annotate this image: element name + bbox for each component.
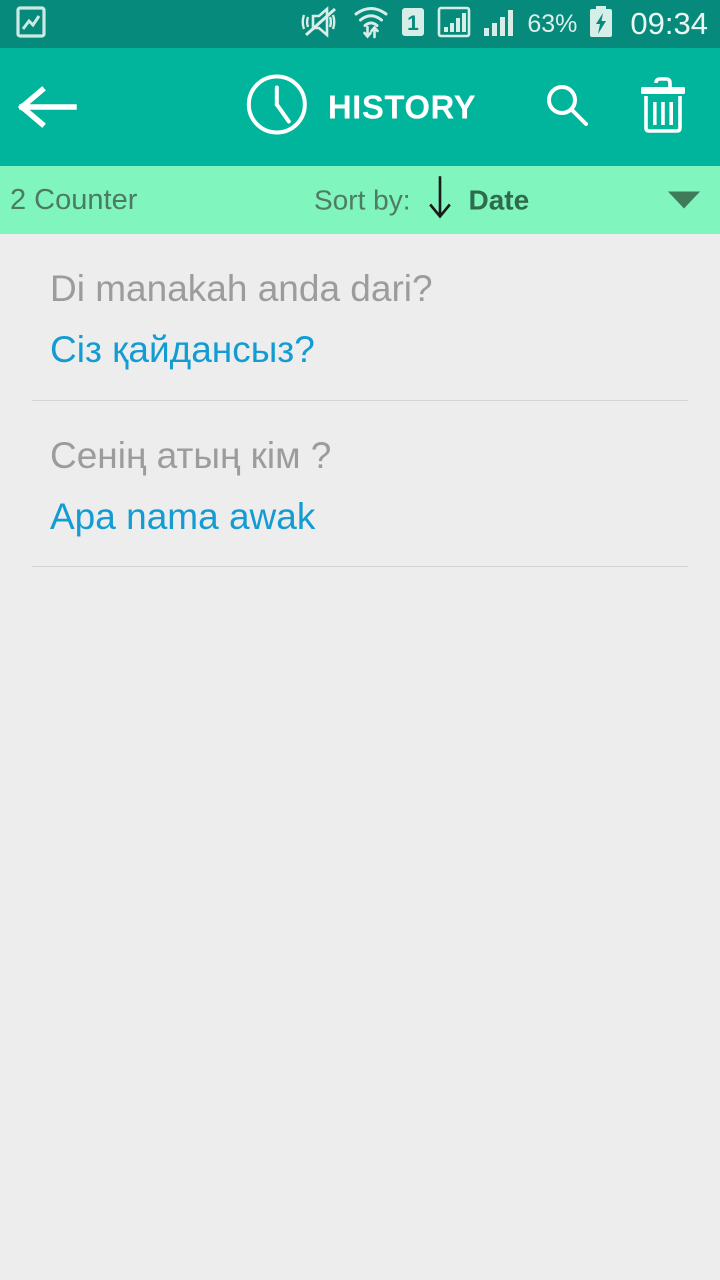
history-source-text: Di manakah anda dari? — [50, 268, 433, 309]
status-bar-left — [16, 5, 46, 44]
search-icon — [541, 79, 593, 136]
sort-by-label: Sort by: — [314, 184, 411, 215]
sort-value-label[interactable]: Date — [468, 184, 529, 216]
sort-dropdown-button[interactable] — [648, 191, 720, 209]
picture-icon — [16, 5, 46, 44]
vibrate-mute-icon — [300, 5, 342, 44]
history-target-text: Apa nama awak — [50, 495, 316, 537]
status-bar-right: 1 63% 09:34 — [300, 5, 708, 44]
page-title: HISTORY — [327, 88, 477, 125]
signal-bars-icon — [482, 5, 516, 44]
status-bar-clock: 09:34 — [630, 6, 708, 41]
counter-label: 2 Counter — [10, 183, 138, 216]
svg-text:1: 1 — [408, 12, 420, 35]
status-bar: 1 63% 09:34 — [0, 0, 720, 48]
signal-boxed-icon — [437, 5, 471, 44]
history-target-text: Сіз қайдансыз? — [50, 329, 315, 371]
wifi-transfer-icon — [353, 5, 389, 44]
app-bar: HISTORY — [0, 48, 720, 166]
delete-button[interactable] — [628, 48, 698, 166]
battery-percent-label: 63% — [527, 9, 578, 38]
sim1-icon: 1 — [400, 5, 426, 44]
chevron-down-icon — [668, 191, 700, 209]
battery-charging-icon — [588, 5, 614, 44]
trash-icon — [637, 76, 689, 139]
app-bar-actions — [532, 48, 720, 166]
list-item[interactable]: Сенің атың кім ? Apa nama awak — [0, 401, 720, 567]
list-item[interactable]: Di manakah anda dari? Сіз қайдансыз? — [0, 234, 720, 400]
sort-bar: 2 Counter Sort by: Date — [0, 166, 720, 234]
app-bar-title-group: HISTORY — [244, 72, 476, 143]
clock-icon — [244, 72, 310, 143]
history-source-text: Сенің атың кім ? — [50, 434, 332, 476]
search-button[interactable] — [532, 48, 602, 166]
history-list: Di manakah anda dari? Сіз қайдансыз? Сен… — [0, 234, 720, 567]
list-divider — [32, 566, 688, 567]
sort-descending-icon[interactable] — [426, 175, 454, 226]
sort-control[interactable]: Sort by: Date — [314, 175, 529, 226]
back-button[interactable] — [0, 48, 96, 166]
